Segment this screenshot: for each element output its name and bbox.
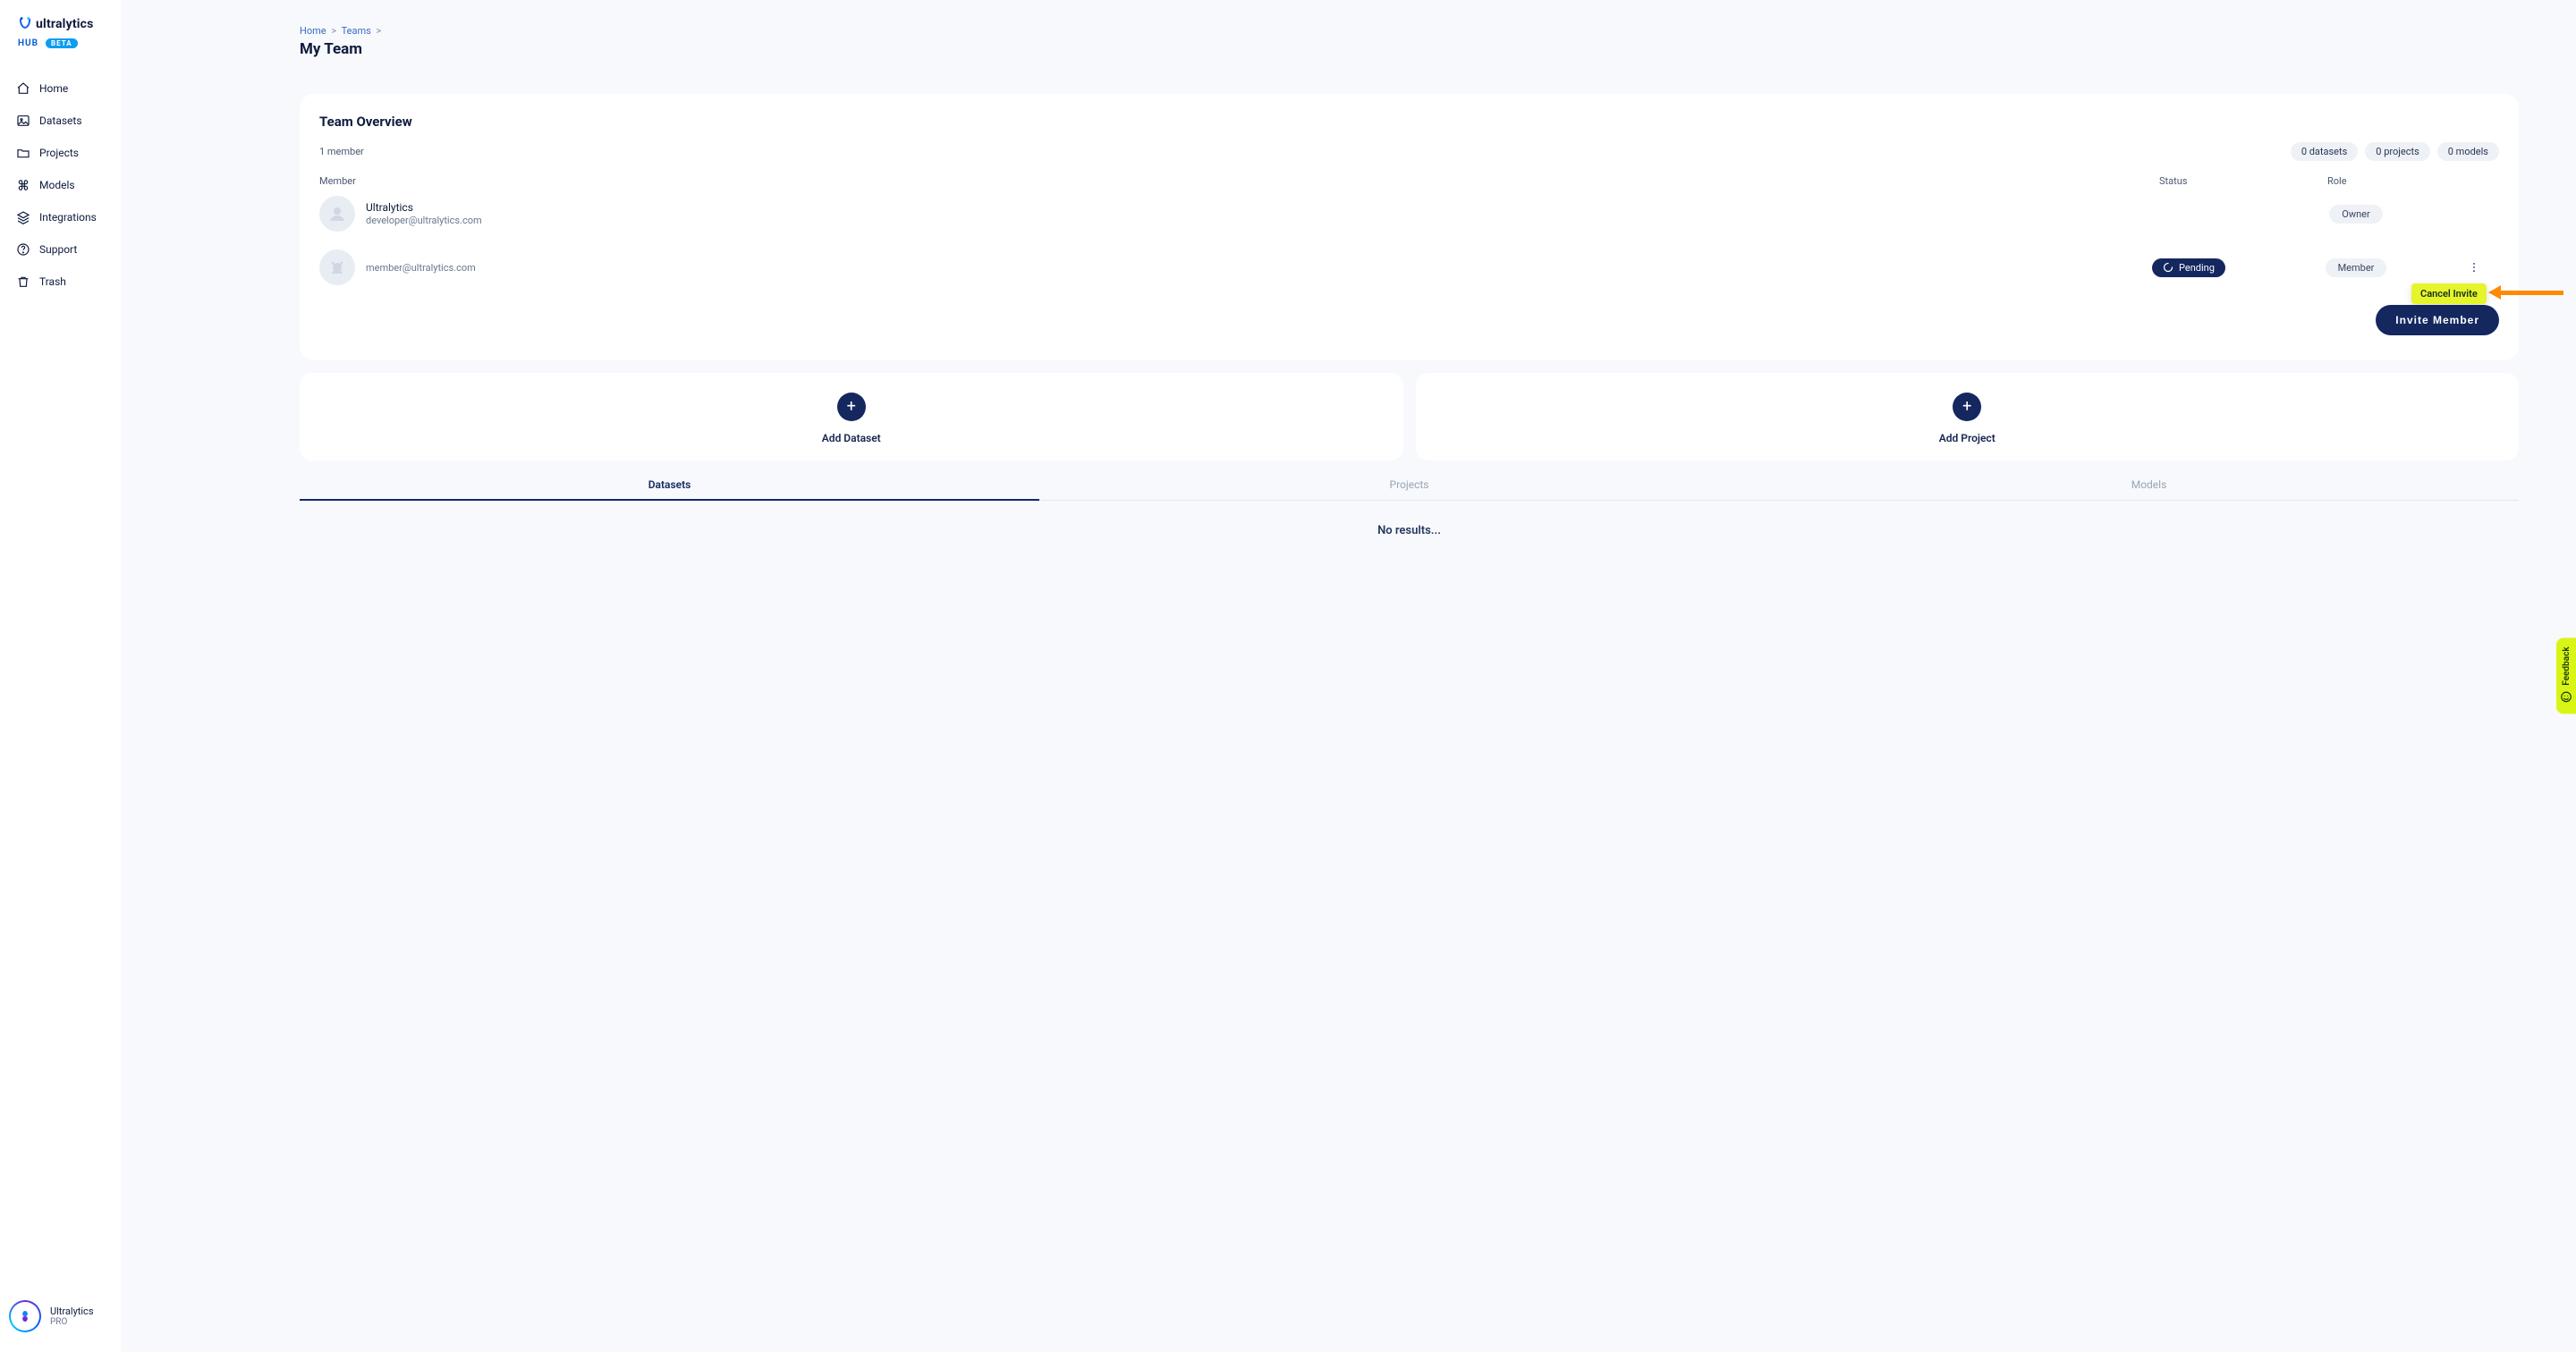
folder-icon — [16, 146, 30, 160]
brand-row: ultralytics — [18, 16, 110, 32]
page-title: My Team — [300, 40, 2519, 58]
sidebar-user-meta: Ultralytics PRO — [50, 1306, 94, 1327]
annotation-arrow-icon — [2488, 285, 2563, 300]
stat-pills: 0 datasets 0 projects 0 models — [2291, 142, 2499, 161]
col-member: Member — [319, 175, 2159, 187]
sidebar-item-label: Integrations — [39, 211, 97, 224]
tab-models[interactable]: Models — [1779, 469, 2519, 500]
content-tabs: Datasets Projects Models — [300, 469, 2519, 501]
sidebar-item-label: Projects — [39, 147, 79, 159]
command-icon — [16, 178, 30, 192]
sidebar-item-datasets[interactable]: Datasets — [0, 105, 121, 137]
breadcrumb-sep: > — [328, 25, 339, 37]
col-role: Role — [2302, 175, 2499, 187]
stat-projects: 0 projects — [2365, 142, 2429, 161]
member-actions-menu[interactable] — [2463, 257, 2485, 278]
sidebar-user-name: Ultralytics — [50, 1306, 94, 1317]
help-icon — [16, 242, 30, 257]
feedback-tab[interactable]: Feedback — [2556, 638, 2576, 714]
breadcrumb: Home > Teams > — [300, 25, 2519, 37]
member-avatar-icon — [319, 249, 355, 285]
empty-state: No results... — [300, 501, 2519, 561]
cancel-invite-label: Cancel Invite — [2420, 288, 2478, 300]
sidebar-item-home[interactable]: Home — [0, 72, 121, 105]
layers-icon — [16, 210, 30, 224]
smile-icon — [2560, 691, 2572, 704]
status-text: Pending — [2179, 262, 2215, 274]
image-icon — [16, 114, 30, 128]
sidebar-item-label: Home — [39, 82, 68, 95]
feedback-label: Feedback — [2562, 646, 2572, 685]
sidebar: ultralytics HUB BETA Home Datasets Proje… — [0, 0, 121, 1352]
sidebar-item-integrations[interactable]: Integrations — [0, 201, 121, 233]
add-project-label: Add Project — [1939, 432, 1996, 444]
sidebar-item-label: Models — [39, 179, 75, 191]
plus-icon: + — [1953, 393, 1981, 421]
tab-projects[interactable]: Projects — [1039, 469, 1779, 500]
col-status: Status — [2159, 175, 2302, 187]
add-cards: + Add Dataset + Add Project — [300, 373, 2519, 461]
sidebar-item-models[interactable]: Models — [0, 169, 121, 201]
brand-name: ultralytics — [36, 17, 94, 31]
members-table-header: Member Status Role — [319, 175, 2499, 187]
member-avatar-icon — [319, 196, 355, 232]
trash-icon — [16, 275, 30, 289]
panel-heading: Team Overview — [319, 114, 2499, 130]
stat-models: 0 models — [2437, 142, 2499, 161]
table-row: Ultralytics developer@ultralytics.com Ow… — [319, 187, 2499, 241]
add-dataset-label: Add Dataset — [822, 432, 881, 444]
sidebar-item-support[interactable]: Support — [0, 233, 121, 266]
member-name: Ultralytics — [366, 201, 482, 214]
sidebar-item-projects[interactable]: Projects — [0, 137, 121, 169]
role-badge: Owner — [2329, 205, 2382, 224]
breadcrumb-teams[interactable]: Teams — [342, 25, 371, 37]
sidebar-item-label: Support — [39, 243, 77, 256]
home-icon — [16, 81, 30, 96]
plus-icon: + — [837, 393, 866, 421]
sidebar-item-trash[interactable]: Trash — [0, 266, 121, 298]
sidebar-nav: Home Datasets Projects Models Integratio… — [0, 65, 121, 298]
main: Home > Teams > My Team Team Overview 1 m… — [121, 0, 2576, 1352]
add-project-card[interactable]: + Add Project — [1416, 373, 2520, 461]
sidebar-user-plan: PRO — [50, 1317, 94, 1327]
breadcrumb-home[interactable]: Home — [300, 25, 326, 37]
sidebar-user-block[interactable]: Ultralytics PRO — [0, 1289, 121, 1343]
brand-block: ultralytics HUB BETA — [0, 16, 121, 65]
add-dataset-card[interactable]: + Add Dataset — [300, 373, 1403, 461]
role-badge: Member — [2326, 258, 2387, 277]
tab-datasets[interactable]: Datasets — [300, 469, 1039, 500]
invite-member-button[interactable]: Invite Member — [2376, 305, 2499, 335]
cancel-invite-menu-item[interactable]: Cancel Invite — [2411, 283, 2487, 304]
brand-mark-icon — [18, 16, 32, 32]
status-badge: Pending — [2152, 258, 2225, 277]
member-email: member@ultralytics.com — [366, 262, 476, 274]
sidebar-item-label: Datasets — [39, 114, 82, 127]
member-count: 1 member — [319, 146, 364, 157]
spinner-icon — [2163, 262, 2174, 273]
team-overview-panel: Team Overview 1 member 0 datasets 0 proj… — [300, 94, 2519, 360]
brand-sub: HUB BETA — [18, 32, 110, 49]
member-email: developer@ultralytics.com — [366, 215, 482, 226]
stat-datasets: 0 datasets — [2291, 142, 2358, 161]
avatar — [9, 1300, 41, 1332]
brand-sub-text: HUB — [18, 38, 38, 48]
sidebar-item-label: Trash — [39, 275, 66, 288]
breadcrumb-sep: > — [374, 25, 385, 37]
brand-badge: BETA — [46, 38, 78, 48]
table-row: member@ultralytics.com Pending Member — [319, 241, 2499, 294]
